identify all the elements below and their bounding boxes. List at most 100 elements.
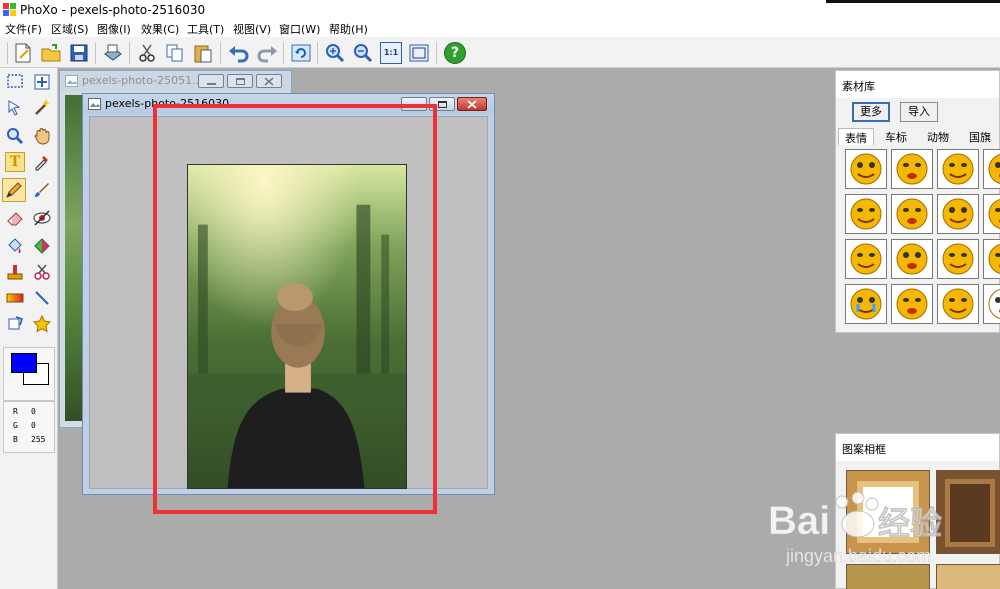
maximize-icon <box>236 78 245 85</box>
copy-icon[interactable] <box>164 42 186 64</box>
toolbar-separator <box>95 42 96 64</box>
lasso-select-icon[interactable] <box>5 97 25 117</box>
emoji-sunglasses-icon[interactable] <box>983 194 1000 234</box>
image-document-icon <box>88 98 101 110</box>
zoom-out-icon[interactable] <box>352 42 374 64</box>
import-button[interactable]: 导入 <box>900 102 938 122</box>
save-icon[interactable] <box>68 42 90 64</box>
emoji-sick-icon[interactable] <box>845 194 887 234</box>
more-button[interactable]: 更多 <box>852 102 890 122</box>
emoji-spotted-icon[interactable] <box>983 284 1000 324</box>
zoom-tool-icon[interactable] <box>5 126 25 146</box>
eraser-icon[interactable] <box>5 208 25 228</box>
clone-stamp-icon[interactable] <box>5 262 25 282</box>
new-icon[interactable] <box>12 42 34 64</box>
window-title: PhoXo - pexels-photo-2516030 <box>20 3 206 17</box>
rgb-readout: R0 G0 B 255 <box>3 401 55 453</box>
toolbar-separator <box>436 42 437 64</box>
transform-icon[interactable] <box>5 314 25 334</box>
toolbar-separator <box>220 42 221 64</box>
tab-animals[interactable]: 动物 <box>921 128 955 145</box>
rgb-row-r: R0 <box>13 407 36 416</box>
pencil-icon[interactable] <box>4 180 24 200</box>
toolbar-separator <box>283 42 284 64</box>
emoji-angry-icon[interactable] <box>845 149 887 189</box>
menu-region[interactable]: 区域(S) <box>51 21 89 37</box>
fill-bucket-icon[interactable] <box>5 236 25 256</box>
close-button[interactable] <box>256 74 282 88</box>
emoji-dizzy-icon[interactable] <box>891 194 933 234</box>
eyedropper-icon[interactable] <box>32 152 52 172</box>
gradient-bar-icon[interactable] <box>5 288 25 308</box>
menu-help[interactable]: 帮助(H) <box>329 21 368 37</box>
tab-emoji[interactable]: 表情 <box>838 128 874 145</box>
rgb-value: 0 <box>31 421 36 430</box>
rgb-value: 0 <box>31 407 36 416</box>
gradient-fill-icon[interactable] <box>32 236 52 256</box>
material-library-panel: 素材库 更多 导入 表情 车标 动物 国旗 <box>835 70 1000 333</box>
color-swatches <box>3 347 55 401</box>
scan-icon[interactable] <box>102 42 124 64</box>
menu-image[interactable]: 图像(I) <box>97 21 131 37</box>
image-document-icon <box>65 75 78 87</box>
brush-icon[interactable] <box>32 180 52 200</box>
open-icon[interactable] <box>40 42 62 64</box>
rgb-row-g: G0 <box>13 421 36 430</box>
emoji-furious-icon[interactable] <box>937 239 979 279</box>
close-button[interactable] <box>457 97 487 111</box>
emoji-grinning-icon[interactable] <box>845 239 887 279</box>
emoji-scared-icon[interactable] <box>983 239 1000 279</box>
foreground-color-swatch[interactable] <box>11 353 37 373</box>
menu-file[interactable]: 文件(F) <box>5 21 42 37</box>
cut-icon[interactable] <box>136 42 158 64</box>
text-tool-icon[interactable]: T <box>5 152 25 172</box>
line-tool-icon[interactable] <box>32 288 52 308</box>
menu-view[interactable]: 视图(V) <box>233 21 271 37</box>
tab-flags[interactable]: 国旗 <box>963 128 997 145</box>
move-icon[interactable] <box>32 72 52 92</box>
star-shape-icon[interactable] <box>32 314 52 334</box>
window-caption[interactable]: pexels-photo-25051... <box>60 71 291 91</box>
emoji-in-love-icon[interactable] <box>937 194 979 234</box>
maximize-button[interactable] <box>227 74 253 88</box>
fit-window-icon[interactable] <box>408 42 430 64</box>
paw-logo-icon <box>835 491 879 538</box>
rgb-label: R <box>13 407 18 416</box>
zoom-in-icon[interactable] <box>324 42 346 64</box>
hand-pan-icon[interactable] <box>32 126 52 146</box>
actual-size-icon[interactable]: 1:1 <box>380 42 402 64</box>
toolbar-separator <box>7 42 8 64</box>
emoji-laughing-icon[interactable] <box>983 149 1000 189</box>
menu-tools[interactable]: 工具(T) <box>187 21 224 37</box>
emoji-smug-icon[interactable] <box>937 149 979 189</box>
magic-wand-icon[interactable] <box>32 97 52 117</box>
refresh-icon[interactable] <box>290 42 312 64</box>
emoji-shocked-icon[interactable] <box>937 284 979 324</box>
emoji-crying-icon[interactable] <box>891 149 933 189</box>
help-icon[interactable]: ? <box>444 42 466 64</box>
paste-icon[interactable] <box>192 42 214 64</box>
scissors-tool-icon[interactable] <box>32 262 52 282</box>
close-icon <box>467 100 477 109</box>
minimize-button[interactable] <box>198 74 224 88</box>
tools-panel: T R0 G0 B 255 <box>0 68 58 589</box>
emoji-sad-icon[interactable] <box>891 284 933 324</box>
menu-window[interactable]: 窗口(W) <box>279 21 320 37</box>
rect-select-icon[interactable] <box>5 72 25 92</box>
red-eye-icon[interactable] <box>32 208 52 228</box>
tab-car-logos[interactable]: 车标 <box>879 128 913 145</box>
menu-effect[interactable]: 效果(C) <box>141 21 179 37</box>
redo-icon[interactable] <box>256 42 278 64</box>
emoji-tearful-icon[interactable] <box>845 284 887 324</box>
watermark-brand2: 经验 <box>878 504 942 542</box>
rgb-row-b: B 255 <box>13 435 45 444</box>
title-bar-edge <box>826 0 1000 3</box>
rgb-label: B <box>13 435 18 444</box>
minimize-icon <box>207 83 216 85</box>
baidu-jingyan-watermark: Bai 经验 jingyan.baidu.com <box>768 491 942 566</box>
undo-icon[interactable] <box>228 42 250 64</box>
toolbar-separator <box>129 42 130 64</box>
emoji-annoyed-icon[interactable] <box>891 239 933 279</box>
window-title: pexels-photo-25051... <box>82 74 203 87</box>
watermark-url: jingyan.baidu.com <box>785 546 931 566</box>
